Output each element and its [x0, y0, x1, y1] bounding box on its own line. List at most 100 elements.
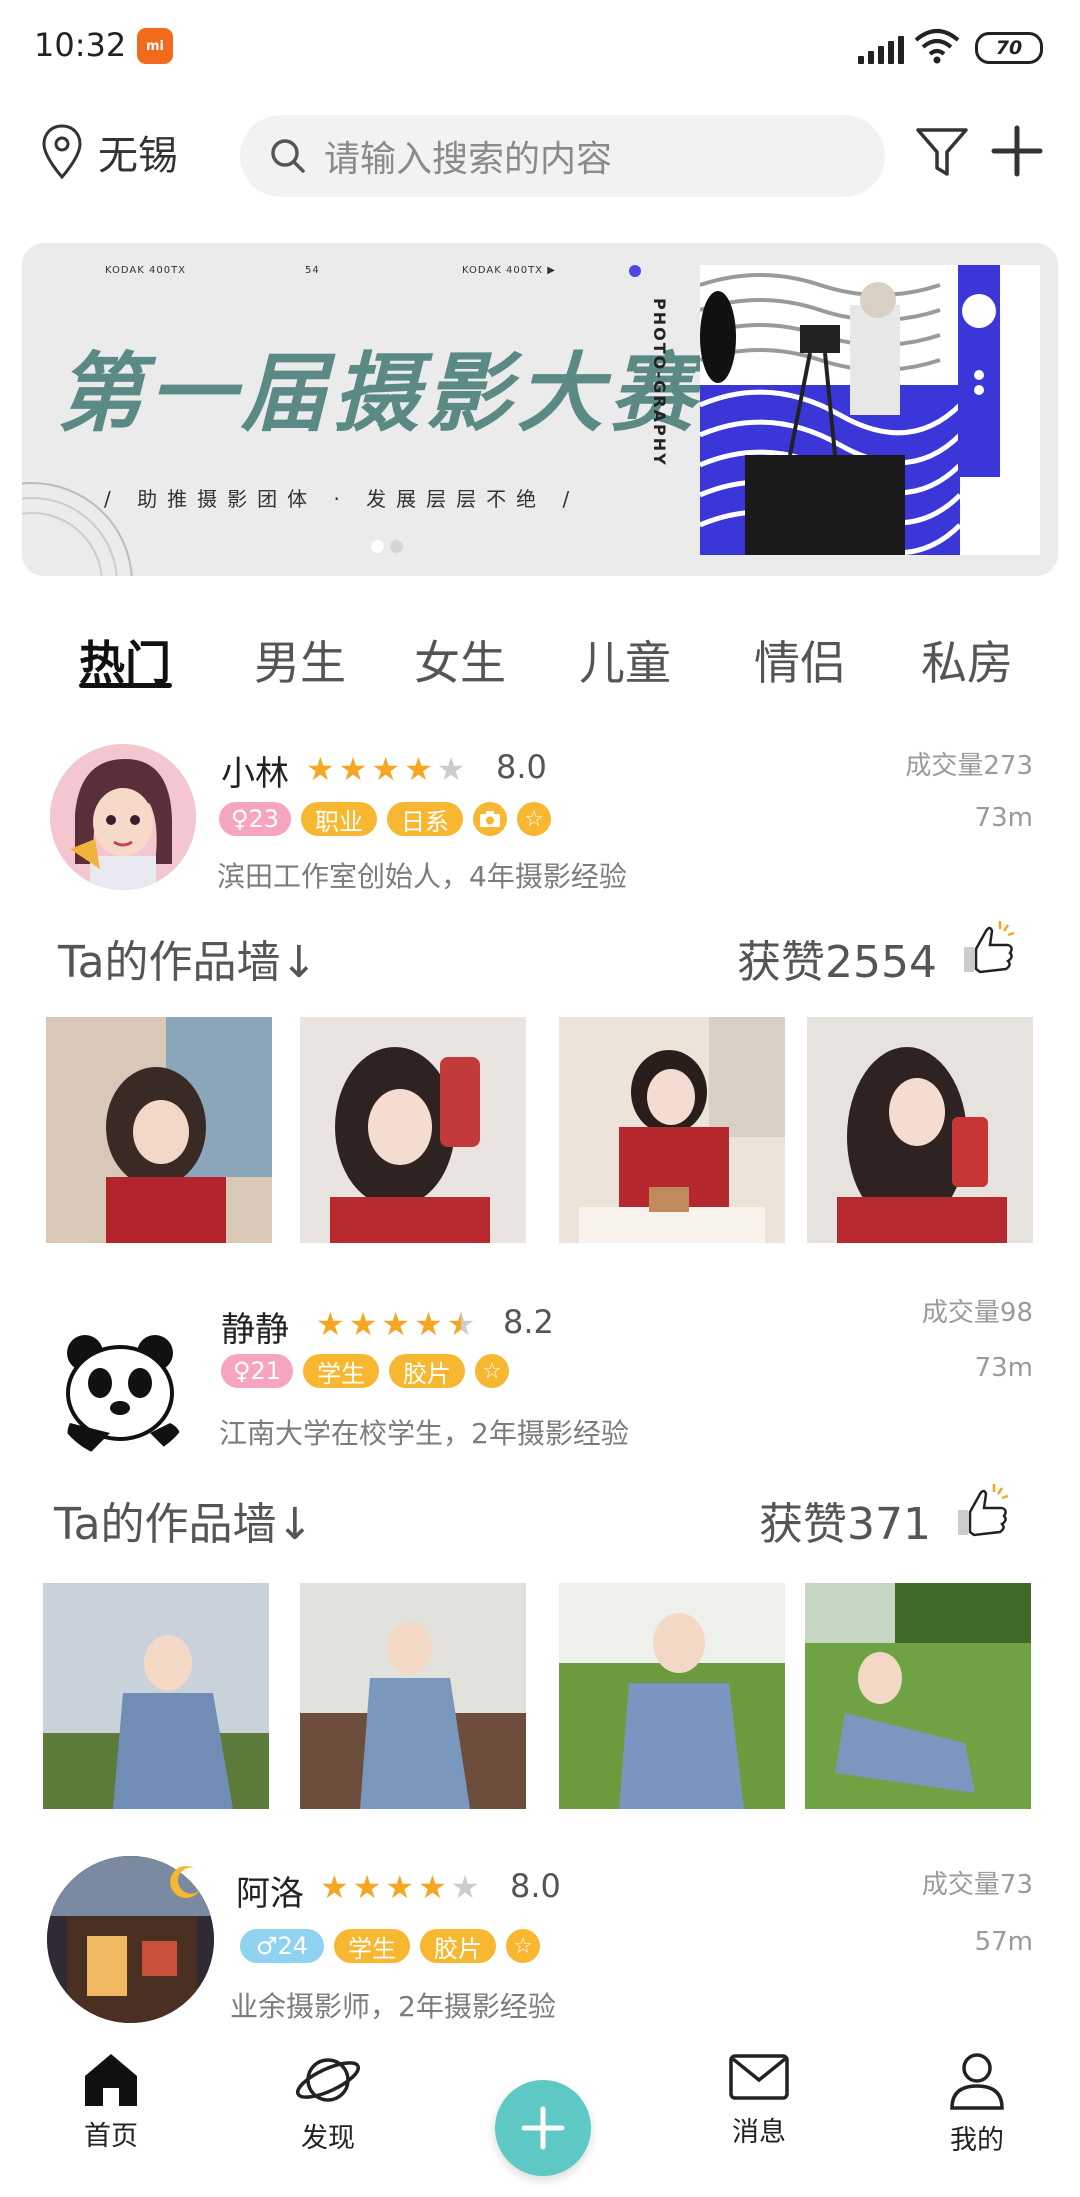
tag-list: ♀23 职业 日系 ☆ [219, 802, 551, 836]
location-selector[interactable]: 无锡 [40, 123, 178, 181]
portfolio-photo[interactable] [46, 1017, 272, 1243]
photographer-description: 业余摄影师，2年摄影经验 [230, 1990, 556, 2023]
distance: 57m [974, 1927, 1033, 1957]
star-badge-icon: ☆ [506, 1929, 540, 1963]
tag-badge: 学生 [303, 1354, 379, 1388]
search-icon [271, 139, 305, 173]
tag-badge: 胶片 [389, 1354, 465, 1388]
battery-indicator: 70 [975, 32, 1043, 64]
avatar[interactable] [50, 744, 196, 890]
nav-messages[interactable]: 消息 [689, 2050, 829, 2149]
avatar[interactable] [50, 1313, 196, 1459]
banner-photographer-illustration [700, 265, 1040, 555]
portfolio-photo[interactable] [43, 1583, 269, 1809]
rating-stars: ★ ★ ★ ★ ★ [320, 1868, 479, 1906]
rating-stars: ★ ★ ★ ★ ★ [316, 1305, 475, 1343]
rating-score: 8.2 [503, 1303, 554, 1341]
search-input[interactable]: 请输入搜索的内容 [240, 115, 885, 197]
promo-banner[interactable]: KODAK 400TX 54 KODAK 400TX ▶ 第一届摄影大赛 / 助… [22, 243, 1058, 576]
star-icon: ★ [404, 750, 433, 788]
tab-children[interactable]: 儿童 [579, 627, 671, 693]
star-icon: ★ [338, 750, 368, 788]
photographer-name[interactable]: 小林 [221, 746, 289, 795]
tab-boudoir[interactable]: 私房 [921, 627, 1013, 693]
plus-icon [521, 2106, 565, 2150]
nav-label: 发现 [301, 2123, 355, 2154]
works-wall-title: Ta的作品墙↓ [58, 937, 318, 988]
signal-icon [858, 30, 904, 64]
avatar-illustration [50, 744, 196, 890]
banner-meta-right: KODAK 400TX ▶ [462, 265, 556, 276]
portfolio-photo[interactable] [807, 1017, 1033, 1243]
nav-label: 首页 [84, 2121, 138, 2152]
wifi-icon [914, 29, 960, 64]
banner-page-dot-active[interactable] [371, 540, 384, 553]
distance: 73m [974, 1353, 1033, 1383]
star-half-icon: ★ [446, 1305, 476, 1343]
banner-vertical-text: PHOTO-GRAPHY [650, 298, 669, 467]
rating-score: 8.0 [496, 748, 547, 786]
photographer-name[interactable]: 静静 [221, 1302, 289, 1351]
deal-count: 成交量98 [921, 1298, 1033, 1328]
thumbs-up-icon[interactable] [954, 1480, 1014, 1540]
tag-badge: 胶片 [420, 1929, 496, 1963]
portfolio-photo[interactable] [559, 1017, 785, 1243]
star-icon: ★ [381, 1305, 411, 1343]
deal-count: 成交量73 [921, 1870, 1033, 1900]
location-pin-icon [42, 124, 82, 180]
nav-label: 消息 [732, 2117, 786, 2148]
rating-score: 8.0 [510, 1867, 561, 1905]
star-icon: ★ [371, 750, 401, 788]
gender-age-tag: ♀21 [221, 1354, 293, 1388]
star-badge-icon: ☆ [517, 802, 551, 836]
camera-badge-icon [473, 802, 507, 836]
star-icon: ★ [348, 1305, 378, 1343]
thumbs-up-icon[interactable] [960, 917, 1020, 977]
photographer-description: 滨田工作室创始人，4年摄影经验 [217, 860, 627, 893]
star-icon: ★ [414, 1305, 443, 1343]
tab-female[interactable]: 女生 [414, 627, 506, 693]
banner-meta-mid: 54 [305, 265, 320, 276]
tag-badge: 职业 [301, 802, 377, 836]
tag-badge: 学生 [334, 1929, 410, 1963]
star-empty-icon: ★ [450, 1868, 480, 1906]
nav-home[interactable]: 首页 [41, 2050, 181, 2153]
banner-subtitle: / 助推摄影团体 · 发展层层不绝 / [104, 487, 580, 511]
star-icon: ★ [418, 1868, 447, 1906]
filter-icon[interactable] [914, 124, 970, 180]
user-icon [950, 2053, 1004, 2110]
publish-button[interactable] [495, 2080, 591, 2176]
star-badge-icon: ☆ [475, 1354, 509, 1388]
gender-age-tag: ♀23 [219, 802, 291, 836]
moon-badge-icon [170, 1865, 200, 1898]
app-notification-icon: mi [137, 28, 173, 64]
active-tab-indicator [79, 683, 172, 688]
like-count: 获赞2554 [737, 937, 937, 988]
star-icon: ★ [385, 1868, 415, 1906]
tag-badge: 日系 [387, 802, 463, 836]
rating-stars: ★ ★ ★ ★ ★ [306, 750, 465, 788]
banner-page-dot[interactable] [390, 540, 403, 553]
portfolio-photo[interactable] [300, 1583, 526, 1809]
nav-discover[interactable]: 发现 [258, 2050, 398, 2155]
mail-icon [729, 2054, 789, 2100]
tab-couples[interactable]: 情侣 [754, 627, 846, 693]
nav-profile[interactable]: 我的 [907, 2050, 1047, 2157]
portfolio-photo[interactable] [300, 1017, 526, 1243]
star-empty-icon: ★ [436, 750, 466, 788]
tab-male[interactable]: 男生 [254, 627, 346, 693]
panda-avatar-illustration [50, 1313, 196, 1459]
photographer-name[interactable]: 阿洛 [236, 1866, 304, 1915]
gender-age-tag: ♂24 [240, 1929, 324, 1963]
photographer-description: 江南大学在校学生，2年摄影经验 [219, 1417, 629, 1450]
tag-list: ♂24 学生 胶片 ☆ [240, 1929, 540, 1963]
add-icon[interactable] [990, 124, 1044, 178]
star-icon: ★ [316, 1305, 345, 1343]
works-wall-title: Ta的作品墙↓ [54, 1499, 314, 1550]
status-time: 10:32 [34, 26, 127, 64]
deal-count: 成交量273 [905, 751, 1033, 781]
star-icon: ★ [352, 1868, 382, 1906]
portfolio-photo[interactable] [559, 1583, 785, 1809]
nav-label: 我的 [950, 2125, 1004, 2156]
portfolio-photo[interactable] [805, 1583, 1031, 1809]
